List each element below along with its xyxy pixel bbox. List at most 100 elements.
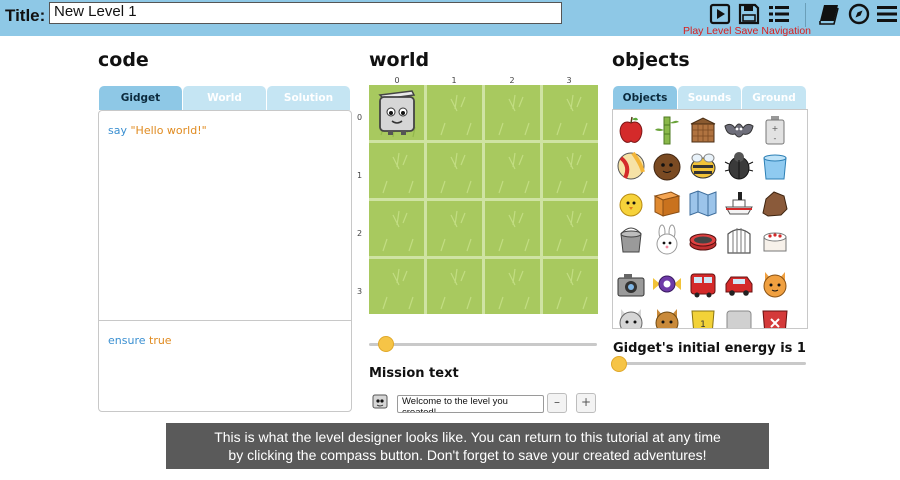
boat-icon[interactable] <box>723 187 755 219</box>
bat-icon[interactable] <box>723 114 755 146</box>
col-label: 0 <box>394 76 400 85</box>
mission-text-input[interactable]: Welcome to the level you created! <box>397 395 544 413</box>
rock-icon[interactable] <box>759 187 791 219</box>
play-level-label[interactable]: Play Level <box>683 25 731 37</box>
objects-tabs: Objects Sounds Ground <box>613 86 806 110</box>
grid-cell[interactable] <box>369 201 424 256</box>
menu-icon[interactable] <box>876 3 898 25</box>
grid-cell[interactable] <box>485 143 540 198</box>
ensure-value: true <box>149 334 172 347</box>
cat-grey-icon[interactable] <box>615 305 647 328</box>
cat-orange-icon[interactable] <box>651 305 683 328</box>
grid-cell[interactable] <box>543 143 598 198</box>
list-icon[interactable] <box>768 3 790 25</box>
camera-icon[interactable] <box>615 268 647 300</box>
tab-sounds[interactable]: Sounds <box>678 86 741 110</box>
grid-cell[interactable] <box>369 259 424 314</box>
grid-cell[interactable] <box>485 259 540 314</box>
col-label: 1 <box>451 76 457 85</box>
grid-cell[interactable] <box>543 201 598 256</box>
box-icon[interactable] <box>651 187 683 219</box>
navigation-label[interactable]: Navigation <box>761 25 811 37</box>
timeline-slider-track[interactable] <box>369 343 597 346</box>
energy-label: Gidget's initial energy is 1 <box>613 341 806 356</box>
ensure-keyword: ensure <box>108 334 146 347</box>
save-label[interactable]: Save <box>734 25 758 37</box>
tab-ground[interactable]: Ground <box>742 86 806 110</box>
map-icon[interactable] <box>687 187 719 219</box>
play-icon[interactable] <box>709 3 731 25</box>
compass-icon[interactable] <box>848 3 870 25</box>
block-grey-icon[interactable] <box>723 305 755 328</box>
toolbar-labels: Play Level Save Navigation <box>683 25 814 37</box>
mission-minus-button[interactable]: – <box>547 393 567 413</box>
bin-red-icon[interactable] <box>759 305 791 328</box>
grid-cell[interactable] <box>427 259 482 314</box>
mission-plus-button[interactable]: + <box>576 393 596 413</box>
svg-text:1: 1 <box>700 320 706 329</box>
car-icon[interactable] <box>723 268 755 300</box>
bin-yellow-icon[interactable]: 1 <box>687 305 719 329</box>
grid-cell[interactable] <box>485 85 540 140</box>
row-label: 3 <box>357 287 363 296</box>
row-label: 2 <box>357 229 363 238</box>
robot-avatar-icon <box>371 392 389 410</box>
save-icon[interactable] <box>738 3 760 25</box>
bamboo-icon[interactable] <box>651 114 683 146</box>
tab-world[interactable]: World <box>183 86 266 110</box>
apple-icon[interactable] <box>615 114 647 146</box>
tutorial-line-2: by clicking the compass button. Don't fo… <box>228 447 707 463</box>
objects-palette: + - 1 <box>612 109 808 329</box>
tab-objects[interactable]: Objects <box>613 86 677 110</box>
coconut-icon[interactable] <box>651 150 683 182</box>
timeline-slider-thumb[interactable] <box>378 336 395 352</box>
cage-icon[interactable] <box>723 224 755 256</box>
tutorial-line-1: This is what the level designer looks li… <box>214 429 721 445</box>
chick-icon[interactable] <box>615 187 647 219</box>
bunny-icon[interactable] <box>651 224 683 256</box>
col-label: 2 <box>509 76 515 85</box>
code-keyword-say: say <box>108 124 127 137</box>
candy-icon[interactable] <box>651 268 683 300</box>
book-icon[interactable] <box>818 3 840 25</box>
title-input[interactable]: New Level 1 <box>49 2 562 24</box>
tab-solution[interactable]: Solution <box>267 86 350 110</box>
code-editor-panel <box>98 110 352 412</box>
svg-text:-: - <box>774 134 777 143</box>
row-label: 1 <box>357 171 363 180</box>
tab-gidget[interactable]: Gidget <box>99 86 182 110</box>
title-label: Title: <box>5 6 46 25</box>
bee-icon[interactable] <box>687 150 719 182</box>
pail-icon[interactable] <box>615 224 647 256</box>
energy-slider-thumb[interactable] <box>611 356 627 372</box>
mission-text-heading: Mission text <box>369 366 459 381</box>
bus-icon[interactable] <box>687 268 719 300</box>
grid-cell[interactable] <box>427 143 482 198</box>
code-heading: code <box>98 49 149 71</box>
row-label: 0 <box>357 113 363 122</box>
grid-cell[interactable] <box>427 85 482 140</box>
world-heading: world <box>369 49 430 71</box>
bucket-blue-icon[interactable] <box>759 150 791 182</box>
basket-icon[interactable] <box>687 114 719 146</box>
cake-icon[interactable] <box>759 224 791 256</box>
beetle-icon[interactable] <box>723 150 755 182</box>
grid-cell[interactable] <box>543 259 598 314</box>
battery-icon[interactable]: + - <box>759 114 791 146</box>
ensure-line[interactable]: ensure true <box>108 334 172 347</box>
ball-icon[interactable] <box>615 150 647 182</box>
gidget-robot-icon[interactable] <box>372 87 422 137</box>
cat-icon[interactable] <box>759 268 791 300</box>
toolbar-divider <box>805 3 806 27</box>
code-line[interactable]: say "Hello world!" <box>108 124 207 137</box>
grid-cell[interactable] <box>543 85 598 140</box>
grid-cell[interactable] <box>427 201 482 256</box>
grid-cell[interactable] <box>369 143 424 198</box>
drum-icon[interactable] <box>687 224 719 256</box>
objects-heading: objects <box>612 49 690 71</box>
code-tabs: Gidget World Solution <box>99 86 350 110</box>
tutorial-tooltip[interactable]: This is what the level designer looks li… <box>166 423 769 469</box>
energy-slider-track[interactable] <box>612 362 806 365</box>
editor-divider <box>99 320 351 321</box>
grid-cell[interactable] <box>485 201 540 256</box>
